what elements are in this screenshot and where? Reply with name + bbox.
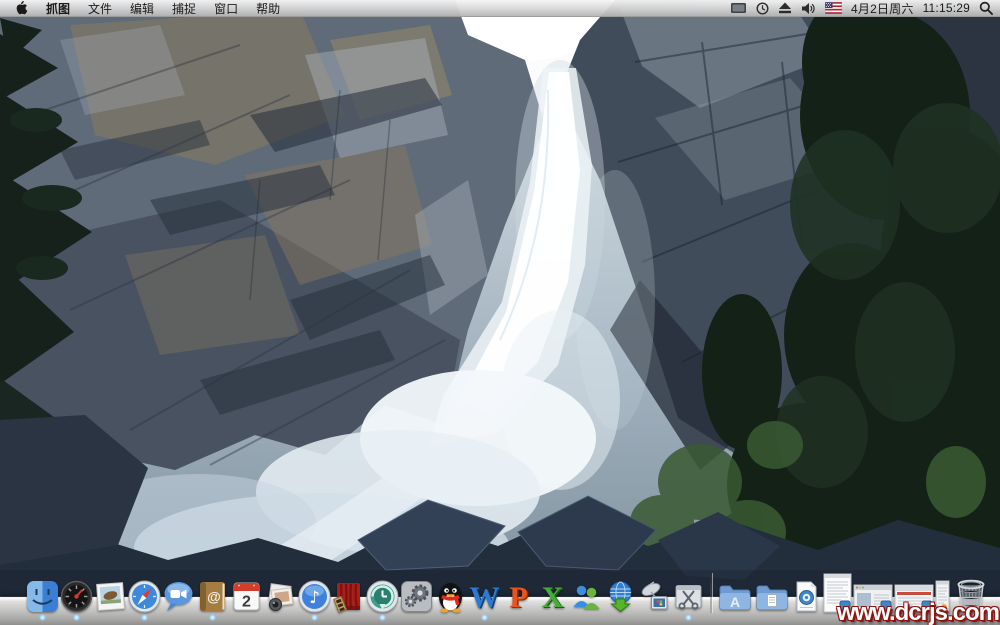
display-menu-icon[interactable]: [730, 0, 747, 16]
documents-folder-icon: [754, 580, 790, 613]
menu-capture[interactable]: 捕捉: [163, 0, 205, 16]
menubar-clock[interactable]: 11:15:29: [923, 1, 970, 15]
display-icon: [730, 2, 747, 15]
dock-item-qq[interactable]: [434, 580, 467, 613]
volume-icon: [801, 2, 816, 15]
dock-item-itunes[interactable]: ♪: [298, 580, 331, 613]
dock-item-powerpoint[interactable]: P P: [502, 580, 535, 613]
dock-item-applications-folder[interactable]: A: [717, 580, 753, 613]
ichat-icon: [162, 580, 195, 613]
grab-scissors-icon: [672, 580, 705, 613]
svg-text:P: P: [509, 581, 527, 613]
address-book-icon: @: [196, 580, 229, 613]
dock-item-downloader[interactable]: [604, 580, 637, 613]
dock-item-front-row[interactable]: [332, 580, 365, 613]
word-icon: W W: [468, 580, 501, 613]
installer-file-icon: [791, 580, 822, 613]
safari-icon: [128, 580, 161, 613]
svg-text:X: X: [542, 581, 564, 613]
itunes-icon: ♪: [298, 580, 331, 613]
us-flag-icon: [825, 2, 842, 14]
dock-item-address-book[interactable]: @: [196, 580, 229, 613]
dock-item-safari[interactable]: [128, 580, 161, 613]
svg-text:A: A: [730, 594, 740, 610]
dock-item-photo-booth[interactable]: [264, 580, 297, 613]
iphoto-icon: [94, 580, 127, 613]
svg-text:W: W: [470, 581, 500, 613]
finder-icon: [26, 580, 59, 613]
menu-file[interactable]: 文件: [79, 0, 121, 16]
wallpaper-yosemite-falls: [0, 0, 1000, 625]
photo-booth-icon: [264, 580, 297, 613]
dock-item-documents-folder[interactable]: [754, 580, 790, 613]
dock-item-iphoto[interactable]: [94, 580, 127, 613]
menu-help[interactable]: 帮助: [247, 0, 289, 16]
menu-app-name[interactable]: 抓图: [37, 0, 79, 16]
dock-item-time-machine[interactable]: [366, 580, 399, 613]
menubar-date[interactable]: 4月2日周六: [851, 0, 914, 17]
dock-item-ichat[interactable]: [162, 580, 195, 613]
dock-item-dashboard[interactable]: [60, 580, 93, 613]
dock-item-word[interactable]: W W: [468, 580, 501, 613]
qq-icon: [434, 580, 467, 613]
eject-menu-icon[interactable]: [778, 0, 792, 16]
dock-item-grab[interactable]: [672, 580, 705, 613]
clock-icon: [756, 2, 769, 15]
menu-window[interactable]: 窗口: [205, 0, 247, 16]
input-source-menu[interactable]: [825, 0, 842, 16]
svg-text:2: 2: [242, 594, 251, 611]
powerpoint-icon: P P: [502, 580, 535, 613]
apple-menu[interactable]: [7, 0, 37, 16]
remote-desktop-icon: [638, 580, 671, 613]
watermark-text: www.dcrjs.com: [837, 601, 999, 625]
excel-icon: X X: [536, 580, 569, 613]
spotlight-menu[interactable]: [979, 0, 993, 16]
dock-item-remote-desktop[interactable]: [638, 580, 671, 613]
dock-divider: [710, 573, 712, 613]
dashboard-icon: [60, 580, 93, 613]
volume-menu-icon[interactable]: [801, 0, 816, 16]
dock-item-finder[interactable]: [26, 580, 59, 613]
apple-icon: [16, 1, 28, 15]
front-row-icon: [332, 580, 365, 613]
dock-item-ical[interactable]: 2: [230, 580, 263, 613]
clock-menu-icon[interactable]: [756, 0, 769, 16]
dock-item-excel[interactable]: X X: [536, 580, 569, 613]
dock-item-msn-messenger[interactable]: [570, 580, 603, 613]
eject-icon: [778, 2, 792, 14]
desktop-screen: 抓图 文件 编辑 捕捉 窗口 帮助: [0, 0, 1000, 625]
msn-messenger-icon: [570, 580, 603, 613]
download-globe-icon: [604, 580, 637, 613]
svg-text:@: @: [207, 589, 221, 605]
dock-item-system-preferences[interactable]: [400, 580, 433, 613]
system-preferences-icon: [400, 580, 433, 613]
spotlight-icon: [979, 1, 993, 15]
menu-edit[interactable]: 编辑: [121, 0, 163, 16]
svg-text:♪: ♪: [309, 588, 320, 608]
dock-item-installer-file[interactable]: [791, 580, 822, 613]
applications-folder-icon: A: [717, 580, 753, 613]
menu-bar: 抓图 文件 编辑 捕捉 窗口 帮助: [0, 0, 1000, 17]
time-machine-icon: [366, 580, 399, 613]
ical-icon: 2: [230, 580, 263, 613]
